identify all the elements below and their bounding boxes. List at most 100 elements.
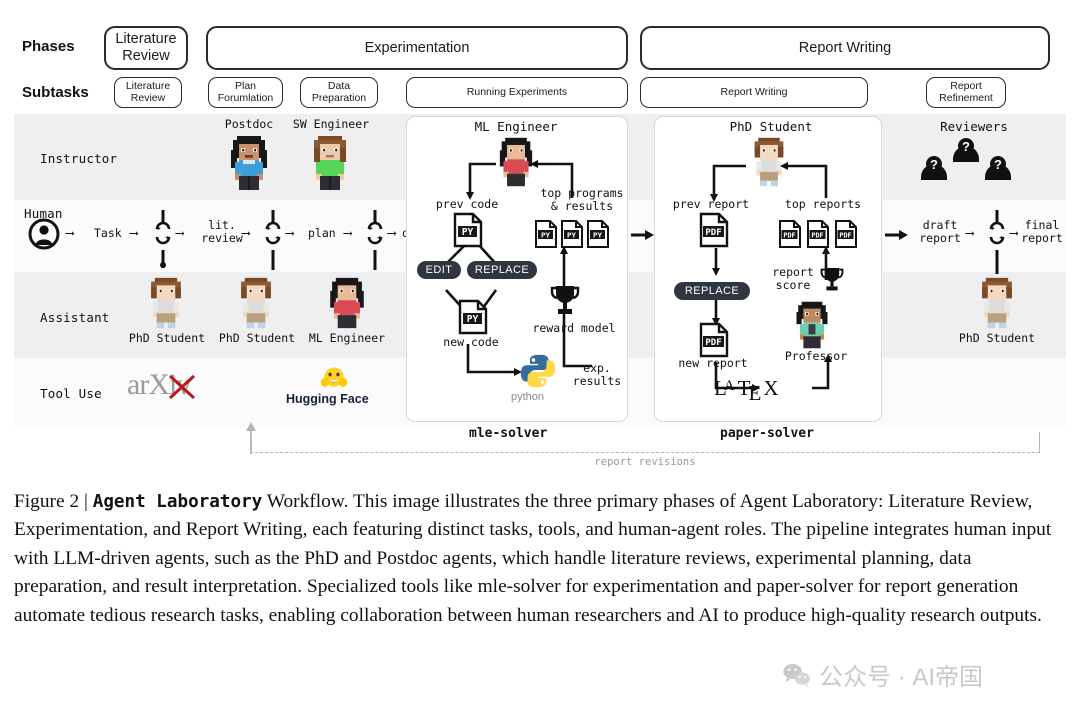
pipeline-arrow-3: ⟶ [176, 225, 184, 240]
final-phd-label: PhD Student [958, 331, 1036, 345]
trophy-icon-reward [550, 286, 580, 314]
sprite-sw-engineer [314, 136, 346, 190]
latex-a-glyph: A [723, 378, 735, 394]
paper-label-report-score: report score [772, 265, 814, 293]
mle-agent-name: ML Engineer [474, 119, 558, 134]
tail-label-draft-report: draft report [919, 218, 961, 246]
sprite-phd-student-2 [241, 277, 271, 329]
phase-box-literature-review[interactable]: Literature Review [104, 26, 188, 70]
phase-label: Literature Review [115, 31, 177, 64]
subtask-box-plan-formulation[interactable]: Plan Forumlation [208, 77, 283, 108]
arxiv-strikethrough-icon [168, 374, 196, 400]
sync-node-2-icon [265, 210, 281, 270]
sync-node-4-icon [989, 210, 1005, 274]
subtask-box-report-refinement[interactable]: Report Refinement [926, 77, 1006, 108]
row-label-instructor: Instructor [40, 151, 118, 166]
python-label: python [511, 391, 545, 403]
pipeline-label-lit-review: lit. review [201, 218, 243, 246]
phase-box-experimentation[interactable]: Experimentation [206, 26, 628, 70]
row-label-assistant: Assistant [40, 310, 110, 325]
section-label-subtasks: Subtasks [22, 84, 89, 101]
svg-text:PY: PY [567, 230, 576, 239]
mle-solver-caption: mle-solver [469, 426, 548, 441]
phase-box-report-writing[interactable]: Report Writing [640, 26, 1050, 70]
mle-label-top-programs: top programs & results [540, 186, 624, 214]
phase-label: Report Writing [798, 39, 892, 56]
pipeline-arrow-2: ⟶ [130, 225, 138, 240]
subtask-label: Report Refinement [939, 79, 993, 104]
hugging-face-icon[interactable] [320, 364, 348, 392]
subtask-box-data-preparation[interactable]: Data Preparation [300, 77, 378, 108]
arxiv-logo[interactable]: arXiv [127, 368, 196, 402]
caption-prefix: Figure 2 | [14, 491, 93, 512]
revision-dashed-line [250, 452, 1040, 453]
human-avatar-icon [28, 218, 60, 250]
paper-label-prev-report: prev report [672, 197, 750, 211]
watermark: 公众号 · AI帝国 [782, 657, 983, 692]
wechat-icon [783, 663, 810, 687]
mle-label-reward-model: reward model [532, 321, 616, 335]
svg-text:?: ? [930, 157, 938, 172]
tail-arrow-1: ⟶ [966, 225, 974, 240]
sprite-final-phd-student [982, 277, 1012, 329]
action-pill-replace-paper[interactable]: REPLACE [674, 282, 750, 300]
watermark-text: 公众号 · AI帝国 [819, 664, 984, 691]
svg-text:PY: PY [593, 230, 602, 239]
arrow-into-mle-solver: ⟶ [388, 225, 396, 240]
subtask-box-running-experiments[interactable]: Running Experiments [406, 77, 628, 108]
svg-text:PDF: PDF [811, 231, 823, 239]
file-icon-pdf-results: PDF PDF PDF [779, 220, 857, 248]
agent-name-postdoc: Postdoc [224, 117, 274, 131]
paper-agent-name: PhD Student [729, 119, 813, 134]
sync-node-1-icon [155, 210, 171, 268]
svg-text:PDF: PDF [705, 338, 721, 348]
row-label-tooluse: Tool Use [40, 386, 102, 401]
revision-tick-right [1039, 432, 1040, 453]
subtask-label: Data Preparation [311, 79, 367, 104]
arrow-mle-to-paper [631, 230, 654, 240]
workflow-diagram: Instructor Human Assistant Tool Use Post… [14, 114, 1066, 441]
hugging-face-label: Hugging Face [286, 392, 369, 406]
latex-logo: LA TEX [714, 376, 779, 405]
sprite-phd-student-1 [151, 277, 181, 329]
mle-label-prev-code: prev code [435, 197, 499, 211]
agent-name-ml-engineer: ML Engineer [308, 331, 386, 345]
subtask-box-literature-review[interactable]: Literature Review [114, 77, 182, 108]
revision-label: report revisions [594, 456, 696, 468]
svg-text:?: ? [962, 139, 970, 154]
revision-tick-left [250, 440, 251, 453]
sprite-professor [796, 301, 828, 349]
subtask-label: Report Writing [720, 85, 788, 98]
arrow-paper-to-draft [885, 230, 908, 240]
pipeline-arrow-4: ⟶ [242, 225, 250, 240]
reviewers-label: Reviewers [940, 119, 1008, 134]
svg-text:PY: PY [467, 314, 479, 325]
figure-caption: Figure 2 | Agent Laboratory Workflow. Th… [14, 488, 1066, 630]
section-label-phases: Phases [22, 38, 75, 55]
file-icon-py-prev: PY [453, 212, 483, 248]
svg-text:PDF: PDF [705, 228, 721, 238]
pipeline-arrow-5: ⟶ [286, 225, 294, 240]
pipeline-arrow-6: ⟶ [344, 225, 352, 240]
arxiv-x-glyph: X [148, 368, 170, 401]
figure-root: Phases Subtasks Literature Review Experim… [0, 0, 1080, 727]
revision-up-arrow-icon [246, 422, 256, 454]
mle-label-exp-results: exp. results [572, 361, 622, 389]
svg-text:PY: PY [541, 230, 550, 239]
sprite-ml-engineer [330, 277, 364, 329]
action-pill-edit[interactable]: EDIT [417, 261, 461, 279]
pipeline-label-task: Task [94, 226, 122, 240]
subtask-box-report-writing[interactable]: Report Writing [640, 77, 868, 108]
paper-label-new-report: new report [678, 356, 748, 370]
latex-e-glyph: E [748, 381, 762, 405]
file-icon-py-new: PY [458, 299, 488, 335]
paper-label-top-reports: top reports [784, 197, 862, 211]
subtask-label: Running Experiments [466, 85, 568, 98]
python-logo-icon [520, 354, 556, 388]
agent-name-phd-1: PhD Student [128, 331, 206, 345]
action-pill-replace[interactable]: REPLACE [467, 261, 537, 279]
file-icon-pdf-new: PDF [699, 322, 729, 358]
paper-solver-caption: paper-solver [720, 426, 814, 441]
paper-label-professor: Professor [784, 349, 848, 363]
pipeline-arrow-1: ⟶ [66, 225, 74, 240]
